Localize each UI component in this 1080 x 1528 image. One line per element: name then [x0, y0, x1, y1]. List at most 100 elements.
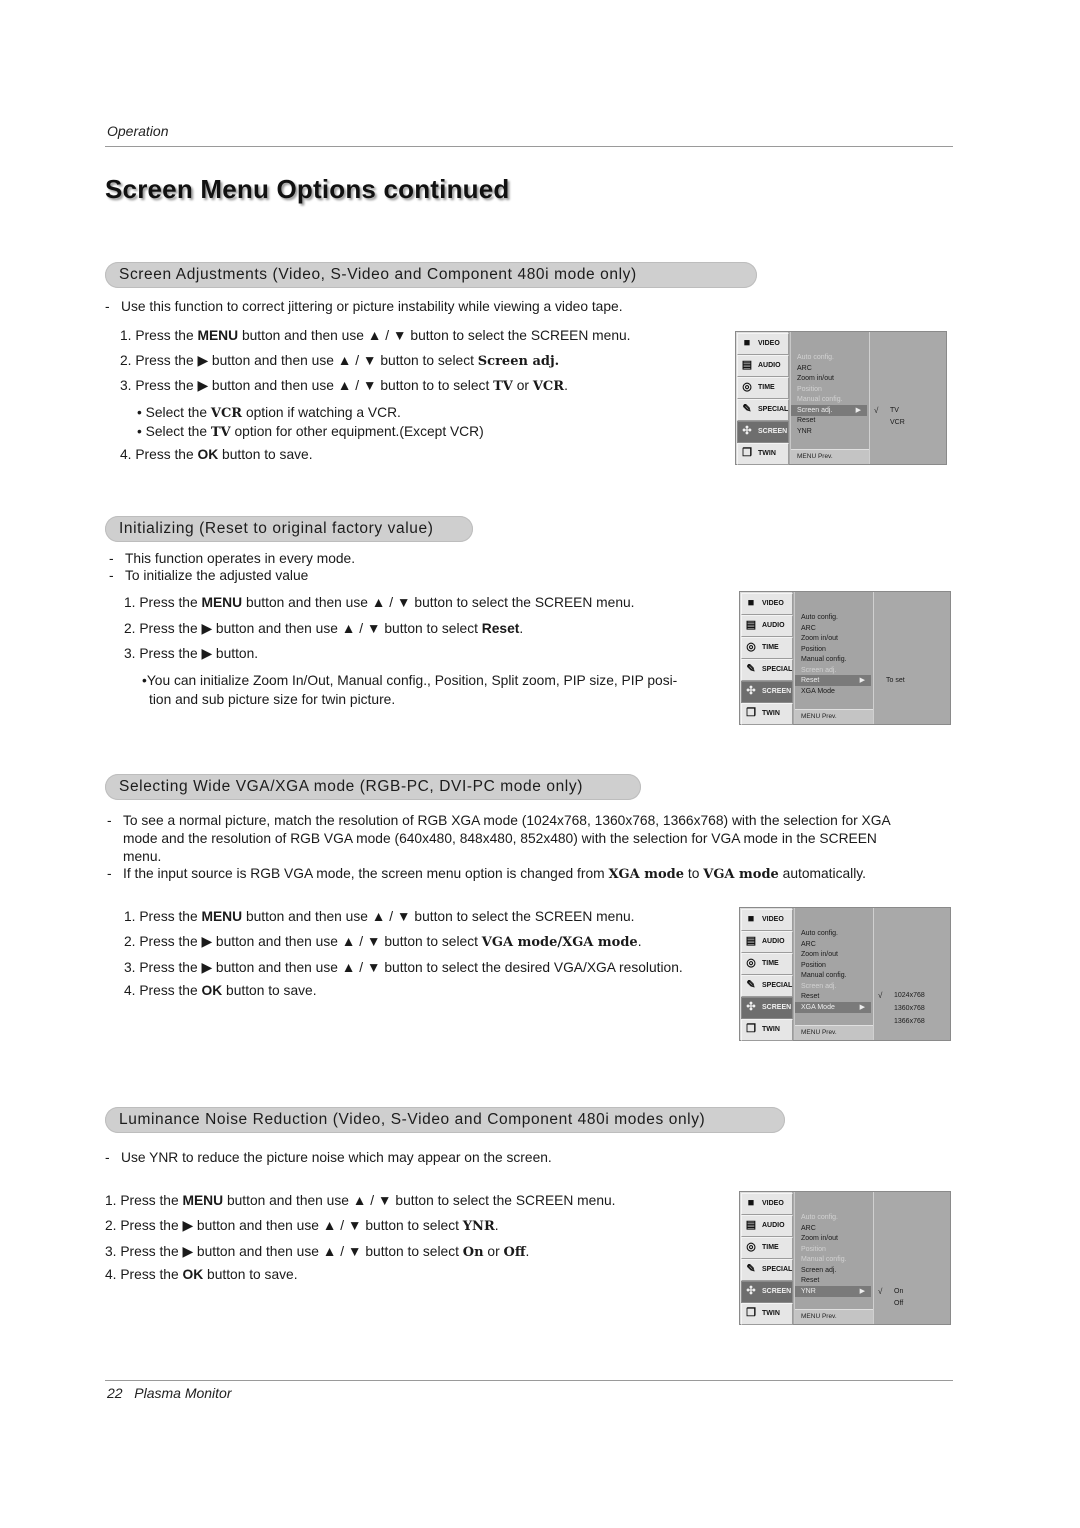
osd-menu-item[interactable]: Position [801, 1246, 826, 1253]
osd-menu-screen-adj: ■ VIDEO ▤ AUDIO ◎ TIME ✎ SPECIAL ✣ SCREEN ❐ TWIN Aut… [735, 331, 947, 465]
osd-option[interactable]: Off [894, 1300, 903, 1307]
step-3: 3. Press the ▶ button and then use ▲ / ▼… [105, 1244, 530, 1260]
osd-menu-item-selected[interactable]: XGA Mode ▶ [795, 1001, 871, 1013]
osd-tab-twin[interactable]: ❐ TWIN [741, 1019, 793, 1041]
special-icon: ✎ [746, 979, 756, 991]
osd-menu-item[interactable]: YNR [797, 428, 812, 435]
osd-tab-video[interactable]: ■ VIDEO [741, 593, 793, 615]
osd-menu-reset: ■ VIDEO ▤ AUDIO ◎ TIME ✎ SPECIAL ✣ SCREEN ❐ TWIN Aut… [739, 591, 951, 725]
osd-tab-audio[interactable]: ▤ AUDIO [737, 355, 789, 377]
osd-menu-item[interactable]: Screen adj. [801, 983, 836, 990]
osd-tab-screen[interactable]: ✣ SCREEN [741, 681, 793, 703]
osd-menu-item[interactable]: Zoom in/out [801, 1235, 838, 1242]
osd-tab-label: TIME [758, 384, 775, 391]
menu-prev-hint: MENU Prev. [801, 1313, 837, 1320]
arrow-right-icon: ▶ [859, 1287, 865, 1295]
check-icon: √ [878, 990, 883, 1000]
footer-rule [105, 1380, 953, 1381]
osd-menu-item[interactable]: Reset [801, 1277, 819, 1284]
osd-tab-time[interactable]: ◎ TIME [741, 637, 793, 659]
osd-menu-items: Auto config. ARC Zoom in/out Position Manual… [794, 592, 874, 724]
osd-menu-item[interactable]: Reset [801, 993, 819, 1000]
osd-tab-time[interactable]: ◎ TIME [737, 377, 789, 399]
osd-menu-item[interactable]: Position [801, 962, 826, 969]
time-icon: ◎ [746, 641, 756, 653]
arrow-right-icon: ▶ [859, 1003, 865, 1011]
osd-tab-label: AUDIO [758, 362, 781, 369]
osd-menu-footer: MENU Prev. [791, 449, 869, 464]
osd-tab-special[interactable]: ✎ SPECIAL [741, 659, 793, 681]
osd-menu-item-selected[interactable]: Screen adj. ▶ [791, 404, 867, 416]
osd-menu-item[interactable]: Manual config. [801, 1256, 847, 1263]
osd-tab-special[interactable]: ✎ SPECIAL [741, 975, 793, 997]
osd-tab-label: AUDIO [762, 622, 785, 629]
osd-tab-time[interactable]: ◎ TIME [741, 1237, 793, 1259]
osd-menu-item[interactable]: Position [801, 646, 826, 653]
special-icon: ✎ [742, 403, 752, 415]
osd-menu-item[interactable]: Manual config. [801, 972, 847, 979]
osd-menu-footer: MENU Prev. [795, 709, 873, 724]
osd-menu-item[interactable]: Auto config. [801, 930, 838, 937]
osd-tab-special[interactable]: ✎ SPECIAL [741, 1259, 793, 1281]
osd-option[interactable]: To set [886, 677, 905, 684]
step-2: 2. Press the ▶ button and then use ▲ / ▼… [124, 621, 524, 636]
osd-tab-video[interactable]: ■ VIDEO [737, 333, 789, 355]
osd-tab-time[interactable]: ◎ TIME [741, 953, 793, 975]
osd-option[interactable]: On [894, 1288, 903, 1295]
osd-menu-item[interactable]: Reset [797, 417, 815, 424]
osd-tab-twin[interactable]: ❐ TWIN [741, 703, 793, 725]
step-3: 3. Press the ▶ button and then use ▲ / ▼… [124, 960, 683, 975]
osd-menu-item-selected[interactable]: YNR ▶ [795, 1285, 871, 1297]
osd-menu-item[interactable]: Manual config. [801, 656, 847, 663]
osd-tab-video[interactable]: ■ VIDEO [741, 909, 793, 931]
audio-icon: ▤ [745, 619, 757, 631]
osd-option[interactable]: VCR [890, 419, 905, 426]
osd-menu-item[interactable]: Zoom in/out [797, 375, 834, 382]
menu-prev-hint: MENU Prev. [801, 1029, 837, 1036]
osd-menu-item[interactable]: Auto config. [801, 614, 838, 621]
osd-tab-label: SCREEN [762, 688, 792, 695]
osd-tab-special[interactable]: ✎ SPECIAL [737, 399, 789, 421]
osd-menu-item[interactable]: Auto config. [797, 354, 834, 361]
note: - To initialize the adjusted value [109, 568, 309, 583]
osd-menu-item[interactable]: ARC [801, 1225, 816, 1232]
osd-menu-item[interactable]: Screen adj. [801, 1267, 836, 1274]
osd-menu-item[interactable]: Screen adj. [801, 667, 836, 674]
screen-icon: ✣ [742, 425, 752, 437]
osd-tab-video[interactable]: ■ VIDEO [741, 1193, 793, 1215]
osd-menu-item-selected[interactable]: Reset ▶ [795, 675, 871, 686]
osd-menu-item[interactable]: ARC [797, 365, 812, 372]
step-1: 1. Press the MENU button and then use ▲ … [124, 909, 635, 924]
bullet: • Select the VCR option if watching a VC… [137, 405, 401, 421]
osd-menu-item[interactable]: XGA Mode [801, 688, 835, 695]
step-1: 1. Press the MENU button and then use ▲ … [120, 328, 631, 343]
osd-option[interactable]: 1366x768 [894, 1018, 925, 1025]
osd-tab-twin[interactable]: ❐ TWIN [737, 443, 789, 465]
osd-tab-audio[interactable]: ▤ AUDIO [741, 1215, 793, 1237]
osd-submenu-options: To set [874, 592, 950, 724]
osd-menu-item[interactable]: Zoom in/out [801, 635, 838, 642]
osd-submenu-options: √ 1024x768 1360x768 1366x768 [874, 908, 950, 1040]
osd-menu-item[interactable]: Auto config. [801, 1214, 838, 1221]
osd-tab-screen[interactable]: ✣ SCREEN [737, 421, 789, 443]
step-4: 4. Press the OK button to save. [105, 1267, 298, 1282]
page-title: Screen Menu Options continued [105, 174, 510, 204]
step-2: 2. Press the ▶ button and then use ▲ / ▼… [120, 353, 560, 369]
osd-option[interactable]: 1024x768 [894, 992, 925, 999]
osd-tab-screen[interactable]: ✣ SCREEN [741, 997, 793, 1019]
osd-menu-item[interactable]: Manual config. [797, 396, 843, 403]
osd-tab-audio[interactable]: ▤ AUDIO [741, 615, 793, 637]
osd-tab-screen[interactable]: ✣ SCREEN [741, 1281, 793, 1303]
osd-tab-audio[interactable]: ▤ AUDIO [741, 931, 793, 953]
audio-icon: ▤ [745, 1219, 757, 1231]
osd-tab-twin[interactable]: ❐ TWIN [741, 1303, 793, 1325]
note: - To see a normal picture, match the reso… [107, 813, 891, 828]
osd-option[interactable]: TV [890, 407, 899, 414]
osd-menu-item[interactable]: ARC [801, 941, 816, 948]
osd-menu-item[interactable]: Zoom in/out [801, 951, 838, 958]
osd-menu-item[interactable]: Position [797, 386, 822, 393]
osd-option[interactable]: 1360x768 [894, 1005, 925, 1012]
osd-tab-label: SCREEN [762, 1004, 792, 1011]
osd-menu-item[interactable]: ARC [801, 625, 816, 632]
twin-icon: ❐ [746, 1023, 756, 1035]
